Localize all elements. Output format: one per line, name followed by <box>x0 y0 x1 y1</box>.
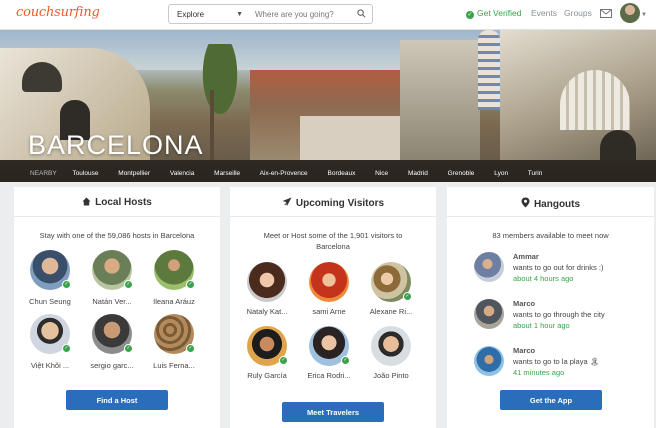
visitor-avatar[interactable]: ✓ <box>309 326 350 366</box>
verified-badge-icon: ✓ <box>186 280 195 289</box>
card-title: Local Hosts <box>95 197 152 208</box>
card-header: Hangouts <box>447 187 654 217</box>
hangout-avatar[interactable] <box>474 299 504 329</box>
hangout-activity: wants to go through the city <box>513 310 605 319</box>
visitor-name[interactable]: Alexane Ri... <box>359 307 423 316</box>
visitor-avatar[interactable]: ✓ <box>247 326 288 366</box>
mail-icon[interactable] <box>600 9 612 18</box>
hangout-avatar[interactable] <box>474 346 504 376</box>
verified-badge-icon: ✓ <box>403 292 412 301</box>
home-icon <box>82 197 91 206</box>
nearby-city-link[interactable]: Toulouse <box>72 170 98 177</box>
card-subtitle: 83 members available to meet now <box>492 231 609 240</box>
city-hero-banner: BARCELONA NEARBY Toulouse Montpellier Va… <box>0 30 656 182</box>
hangout-member-name[interactable]: Ammar <box>513 252 539 261</box>
nav-groups-link[interactable]: Groups <box>564 8 592 18</box>
nearby-city-link[interactable]: Grenoble <box>448 170 475 177</box>
hero-building <box>600 130 636 160</box>
visitor-name[interactable]: Nataly Kat... <box>235 307 299 316</box>
host-avatar[interactable]: ✓ <box>154 314 195 354</box>
host-avatar[interactable]: ✓ <box>30 250 71 290</box>
hangout-time: about 1 hour ago <box>513 321 570 330</box>
verified-badge-icon: ✓ <box>62 344 71 353</box>
user-avatar[interactable] <box>620 3 640 23</box>
verified-badge-icon: ✓ <box>62 280 71 289</box>
card-subtitle: Meet or Host some of the 1,901 visitors … <box>263 231 403 251</box>
explore-label: Explore <box>177 10 205 19</box>
host-name[interactable]: Natán Ver... <box>80 297 144 306</box>
find-a-host-button[interactable]: Find a Host <box>66 390 168 410</box>
card-header: Local Hosts <box>14 187 220 217</box>
card-subtitle: Stay with one of the 59,086 hosts in Bar… <box>39 231 195 240</box>
host-avatar[interactable]: ✓ <box>92 250 133 290</box>
hero-building <box>400 40 480 160</box>
host-name[interactable]: Ileana Aráuz <box>142 297 206 306</box>
hangout-time: 41 minutes ago <box>513 368 565 377</box>
verified-badge-icon: ✓ <box>341 356 350 365</box>
hangout-time: about 4 hours ago <box>513 274 574 283</box>
top-navigation-bar: couchsurfing Explore ▼ Where are you goi… <box>0 0 656 30</box>
nearby-city-link[interactable]: Valencia <box>170 170 194 177</box>
map-pin-icon <box>521 197 530 208</box>
meet-travelers-button[interactable]: Meet Travelers <box>282 402 384 422</box>
visitor-name[interactable]: Ruly García <box>235 371 299 380</box>
nearby-city-link[interactable]: Madrid <box>408 170 428 177</box>
visitor-name[interactable]: sami Arne <box>297 307 361 316</box>
hero-tree <box>210 90 214 160</box>
explore-dropdown[interactable]: Explore ▼ <box>168 4 250 24</box>
visitor-name[interactable]: Erica Rodri... <box>297 371 361 380</box>
chevron-down-icon: ▼ <box>236 11 243 18</box>
nearby-city-link[interactable]: Montpellier <box>118 170 150 177</box>
nearby-cities-list: NEARBY Toulouse Montpellier Valencia Mar… <box>30 170 560 177</box>
hero-building <box>300 116 400 160</box>
verified-badge-icon: ✓ <box>279 356 288 365</box>
visitor-avatar[interactable] <box>247 262 287 302</box>
visitor-avatar[interactable]: ✓ <box>371 262 412 302</box>
host-avatar[interactable]: ✓ <box>30 314 71 354</box>
search-input[interactable]: Where are you going? <box>249 4 373 24</box>
visitor-name[interactable]: João Pinto <box>359 371 423 380</box>
hero-tree <box>190 44 250 144</box>
get-the-app-button[interactable]: Get the App <box>500 390 602 410</box>
nearby-city-link[interactable]: Nice <box>375 170 388 177</box>
host-avatar[interactable]: ✓ <box>92 314 133 354</box>
search-icon[interactable] <box>357 9 366 18</box>
hangout-activity: wants to go out for drinks :) <box>513 263 604 272</box>
city-title: BARCELONA <box>28 130 204 160</box>
chevron-down-icon[interactable]: ▼ <box>641 12 647 18</box>
get-verified-label: Get Verified <box>477 8 522 18</box>
nearby-city-link[interactable]: Bordeaux <box>328 170 356 177</box>
nearby-city-link[interactable]: Marseille <box>214 170 240 177</box>
nearby-city-link[interactable]: Aix-en-Provence <box>260 170 308 177</box>
verified-badge-icon: ✓ <box>124 344 133 353</box>
couchsurfing-logo[interactable]: couchsurfing <box>16 5 100 20</box>
host-name[interactable]: sergio garc... <box>80 361 144 370</box>
get-verified-link[interactable]: ✓ Get Verified <box>466 8 521 19</box>
check-icon: ✓ <box>466 11 474 19</box>
verified-badge-icon: ✓ <box>186 344 195 353</box>
hangout-activity: wants to go to la playa 🏝 <box>513 357 600 366</box>
verified-badge-icon: ✓ <box>124 280 133 289</box>
card-title: Hangouts <box>533 199 581 210</box>
visitor-avatar[interactable] <box>309 262 349 302</box>
plane-icon <box>282 197 292 206</box>
hangout-member-name[interactable]: Marco <box>513 299 535 308</box>
nearby-label: NEARBY <box>30 170 57 177</box>
hangout-member-name[interactable]: Marco <box>513 346 535 355</box>
visitor-avatar[interactable] <box>371 326 411 366</box>
host-name[interactable]: Chun Seung <box>18 297 82 306</box>
nearby-city-link[interactable]: Turin <box>528 170 543 177</box>
host-name[interactable]: Luis Ferna... <box>142 361 206 370</box>
hangout-avatar[interactable] <box>474 252 504 282</box>
host-name[interactable]: Việt Khôi ... <box>18 361 82 370</box>
card-title: Upcoming Visitors <box>295 198 385 209</box>
hero-tower <box>478 30 500 110</box>
nearby-city-link[interactable]: Lyon <box>494 170 508 177</box>
card-header: Upcoming Visitors <box>230 187 436 217</box>
local-hosts-card: Local Hosts Stay with one of the 59,086 … <box>14 187 220 428</box>
search-placeholder: Where are you going? <box>255 10 334 19</box>
host-avatar[interactable]: ✓ <box>154 250 195 290</box>
upcoming-visitors-card: Upcoming Visitors Meet or Host some of t… <box>230 187 436 428</box>
nav-events-link[interactable]: Events <box>531 8 557 18</box>
